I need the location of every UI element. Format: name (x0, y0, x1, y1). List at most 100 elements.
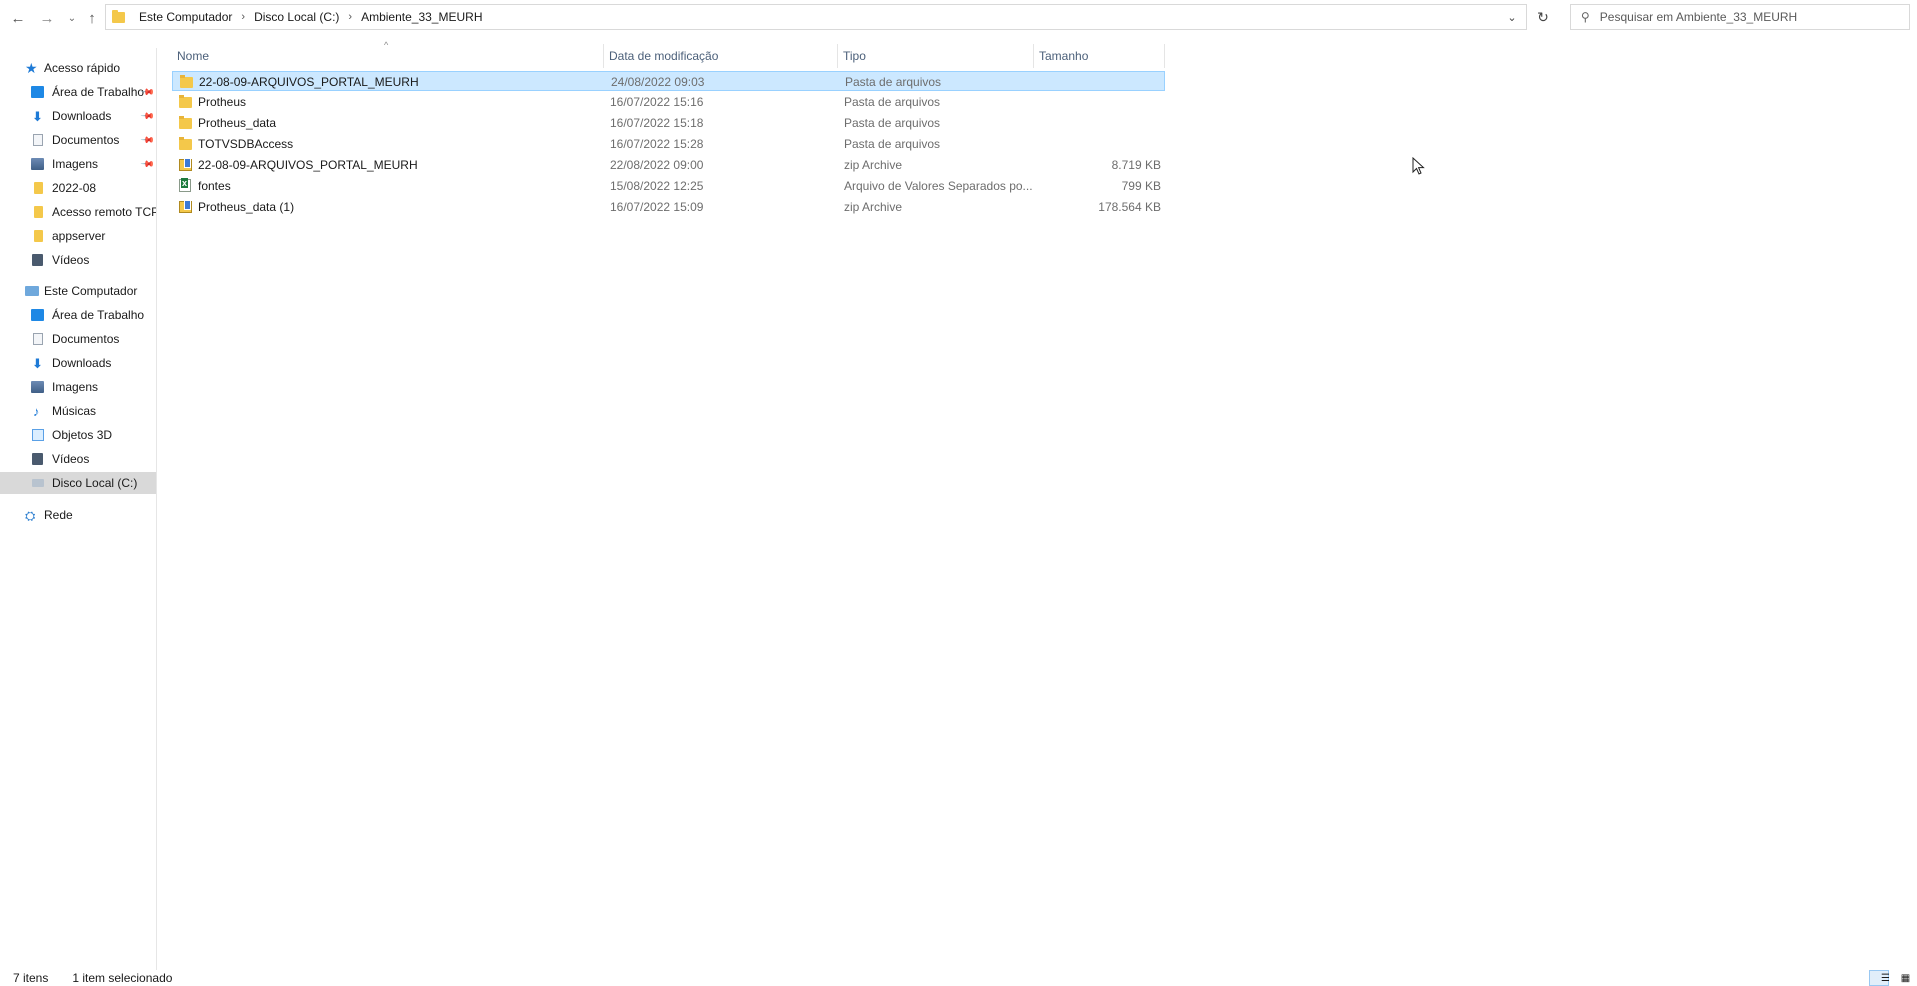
sidebar-item-label: Disco Local (C:) (52, 476, 138, 490)
pictures-icon (31, 158, 44, 170)
sidebar-item-pc-3d-objects[interactable]: Objetos 3D (0, 424, 156, 446)
table-row[interactable]: 22-08-09-ARQUIVOS_PORTAL_MEURH 22/08/202… (172, 155, 1165, 175)
table-row[interactable]: Protheus_data (1) 16/07/2022 15:09 zip A… (172, 197, 1165, 217)
sidebar-item-label: Área de Trabalho (52, 308, 145, 322)
network-icon: ⛭ (25, 507, 36, 523)
table-row[interactable]: 22-08-09-ARQUIVOS_PORTAL_MEURH 24/08/202… (172, 71, 1165, 91)
chevron-down-icon: ⌄ (1507, 11, 1517, 24)
breadcrumb-current-folder[interactable]: Ambiente_33_MEURH (361, 10, 482, 24)
column-header-type[interactable]: Tipo (838, 44, 1034, 68)
sidebar-item-downloads[interactable]: ⬇ Downloads 📌 (0, 105, 156, 127)
refresh-button[interactable]: ↻ (1530, 4, 1556, 30)
table-row[interactable]: TOTVSDBAccess 16/07/2022 15:28 Pasta de … (172, 134, 1165, 154)
column-header-name[interactable]: Nome ^ (172, 40, 604, 68)
breadcrumb-local-disk[interactable]: Disco Local (C:) (254, 10, 339, 24)
sidebar-item-pc-music[interactable]: ♪ Músicas (0, 400, 156, 422)
sort-ascending-icon: ^ (384, 40, 389, 50)
table-row[interactable]: fontes 15/08/2022 12:25 Arquivo de Valor… (172, 176, 1165, 196)
file-size: 8.719 KB (1111, 158, 1161, 172)
file-name: 22-08-09-ARQUIVOS_PORTAL_MEURH (199, 75, 419, 89)
file-type: Pasta de arquivos (844, 95, 941, 109)
pin-icon: 📌 (140, 132, 156, 148)
back-button[interactable]: ← (8, 8, 28, 28)
sidebar-item-videos[interactable]: Vídeos (0, 249, 156, 271)
folder-icon (179, 116, 192, 129)
sidebar-item-pictures[interactable]: Imagens 📌 (0, 153, 156, 175)
chevron-right-icon[interactable]: › (241, 11, 245, 23)
search-icon: ⚲ (1581, 10, 1590, 24)
chevron-right-icon[interactable]: › (348, 11, 352, 23)
sidebar-item-2022-08[interactable]: 2022-08 (0, 177, 156, 199)
file-size: 178.564 KB (1098, 200, 1161, 214)
large-icons-view-icon: ▦ (1900, 972, 1911, 984)
folder-icon (179, 95, 192, 108)
sidebar-item-desktop[interactable]: Área de Trabalho 📌 (0, 81, 156, 103)
folder-icon (112, 9, 125, 23)
address-history-button[interactable]: ⌄ (1498, 5, 1526, 29)
folder-icon (180, 75, 193, 88)
status-bar: 7 itens 1 item selecionado ☰ ▦ (0, 970, 1917, 986)
zip-icon (179, 200, 192, 213)
search-input[interactable] (1599, 10, 1880, 24)
up-button[interactable]: ↑ (82, 8, 102, 28)
pin-icon: 📌 (140, 108, 156, 124)
file-type: Pasta de arquivos (844, 116, 941, 130)
sidebar-item-label: 2022-08 (52, 181, 97, 195)
csv-icon (179, 178, 191, 192)
sidebar-item-label: Documentos (52, 133, 120, 147)
sidebar-this-pc[interactable]: Este Computador (0, 280, 156, 302)
sidebar-item-local-disk[interactable]: Disco Local (C:) (0, 472, 156, 494)
file-type: Pasta de arquivos (845, 75, 942, 89)
item-count: 7 itens (13, 971, 49, 985)
selection-count: 1 item selecionado (72, 971, 173, 985)
sidebar-item-label: Rede (44, 508, 73, 522)
sidebar-item-pc-downloads[interactable]: ⬇ Downloads (0, 352, 156, 374)
sidebar-item-pc-desktop[interactable]: Área de Trabalho (0, 304, 156, 326)
file-type: Arquivo de Valores Separados po... (844, 179, 1033, 193)
sidebar-quick-access[interactable]: ★ Acesso rápido (0, 57, 156, 79)
mouse-cursor-icon (1412, 157, 1425, 175)
sidebar-item-label: Documentos (52, 332, 120, 346)
desktop-icon (31, 309, 44, 321)
sidebar-item-pc-documents[interactable]: Documentos (0, 328, 156, 350)
file-name: fontes (198, 179, 231, 193)
refresh-icon: ↻ (1537, 8, 1549, 25)
large-icons-view-button[interactable]: ▦ (1889, 970, 1911, 986)
sidebar-item-appserver[interactable]: appserver (0, 225, 156, 247)
file-name: TOTVSDBAccess (198, 137, 294, 151)
details-view-button[interactable]: ☰ (1869, 970, 1890, 986)
sidebar-item-acesso-remoto[interactable]: Acesso remoto TCP (0, 201, 156, 223)
pictures-icon (31, 381, 44, 393)
sidebar-item-label: Imagens (52, 157, 99, 171)
sidebar-item-label: appserver (52, 229, 106, 243)
forward-button[interactable]: → (37, 8, 57, 28)
sidebar-item-documents[interactable]: Documentos 📌 (0, 129, 156, 151)
column-header-size[interactable]: Tamanho (1034, 44, 1165, 68)
address-bar[interactable]: Este Computador › Disco Local (C:) › Amb… (105, 4, 1527, 30)
zip-icon (179, 158, 192, 171)
document-icon (33, 333, 43, 345)
table-row[interactable]: Protheus_data 16/07/2022 15:18 Pasta de … (172, 113, 1165, 133)
file-date: 16/07/2022 15:09 (610, 200, 704, 214)
breadcrumb-this-pc[interactable]: Este Computador (139, 10, 232, 24)
sidebar-item-label: Objetos 3D (52, 428, 113, 442)
recent-locations-button[interactable]: ⌄ (62, 8, 82, 28)
column-header-date[interactable]: Data de modificação (604, 44, 838, 68)
view-switcher: ☰ ▦ (1869, 970, 1911, 986)
file-type: zip Archive (844, 158, 903, 172)
folder-icon (34, 182, 43, 194)
sidebar-item-pc-videos[interactable]: Vídeos (0, 448, 156, 470)
navigation-pane: ★ Acesso rápido Área de Trabalho 📌 ⬇ Dow… (0, 48, 157, 970)
sidebar-item-label: Acesso rápido (44, 61, 121, 75)
search-box[interactable]: ⚲ (1570, 4, 1910, 30)
sidebar-item-pc-pictures[interactable]: Imagens (0, 376, 156, 398)
file-name: Protheus (198, 95, 247, 109)
sidebar-item-label: Vídeos (52, 253, 90, 267)
column-header-label: Tipo (843, 49, 866, 63)
file-date: 16/07/2022 15:18 (610, 116, 704, 130)
file-date: 22/08/2022 09:00 (610, 158, 704, 172)
sidebar-item-label: Downloads (52, 356, 112, 370)
table-row[interactable]: Protheus 16/07/2022 15:16 Pasta de arqui… (172, 92, 1165, 112)
sidebar-network[interactable]: ⛭ Rede (0, 504, 156, 526)
file-name: Protheus_data (1) (198, 200, 295, 214)
